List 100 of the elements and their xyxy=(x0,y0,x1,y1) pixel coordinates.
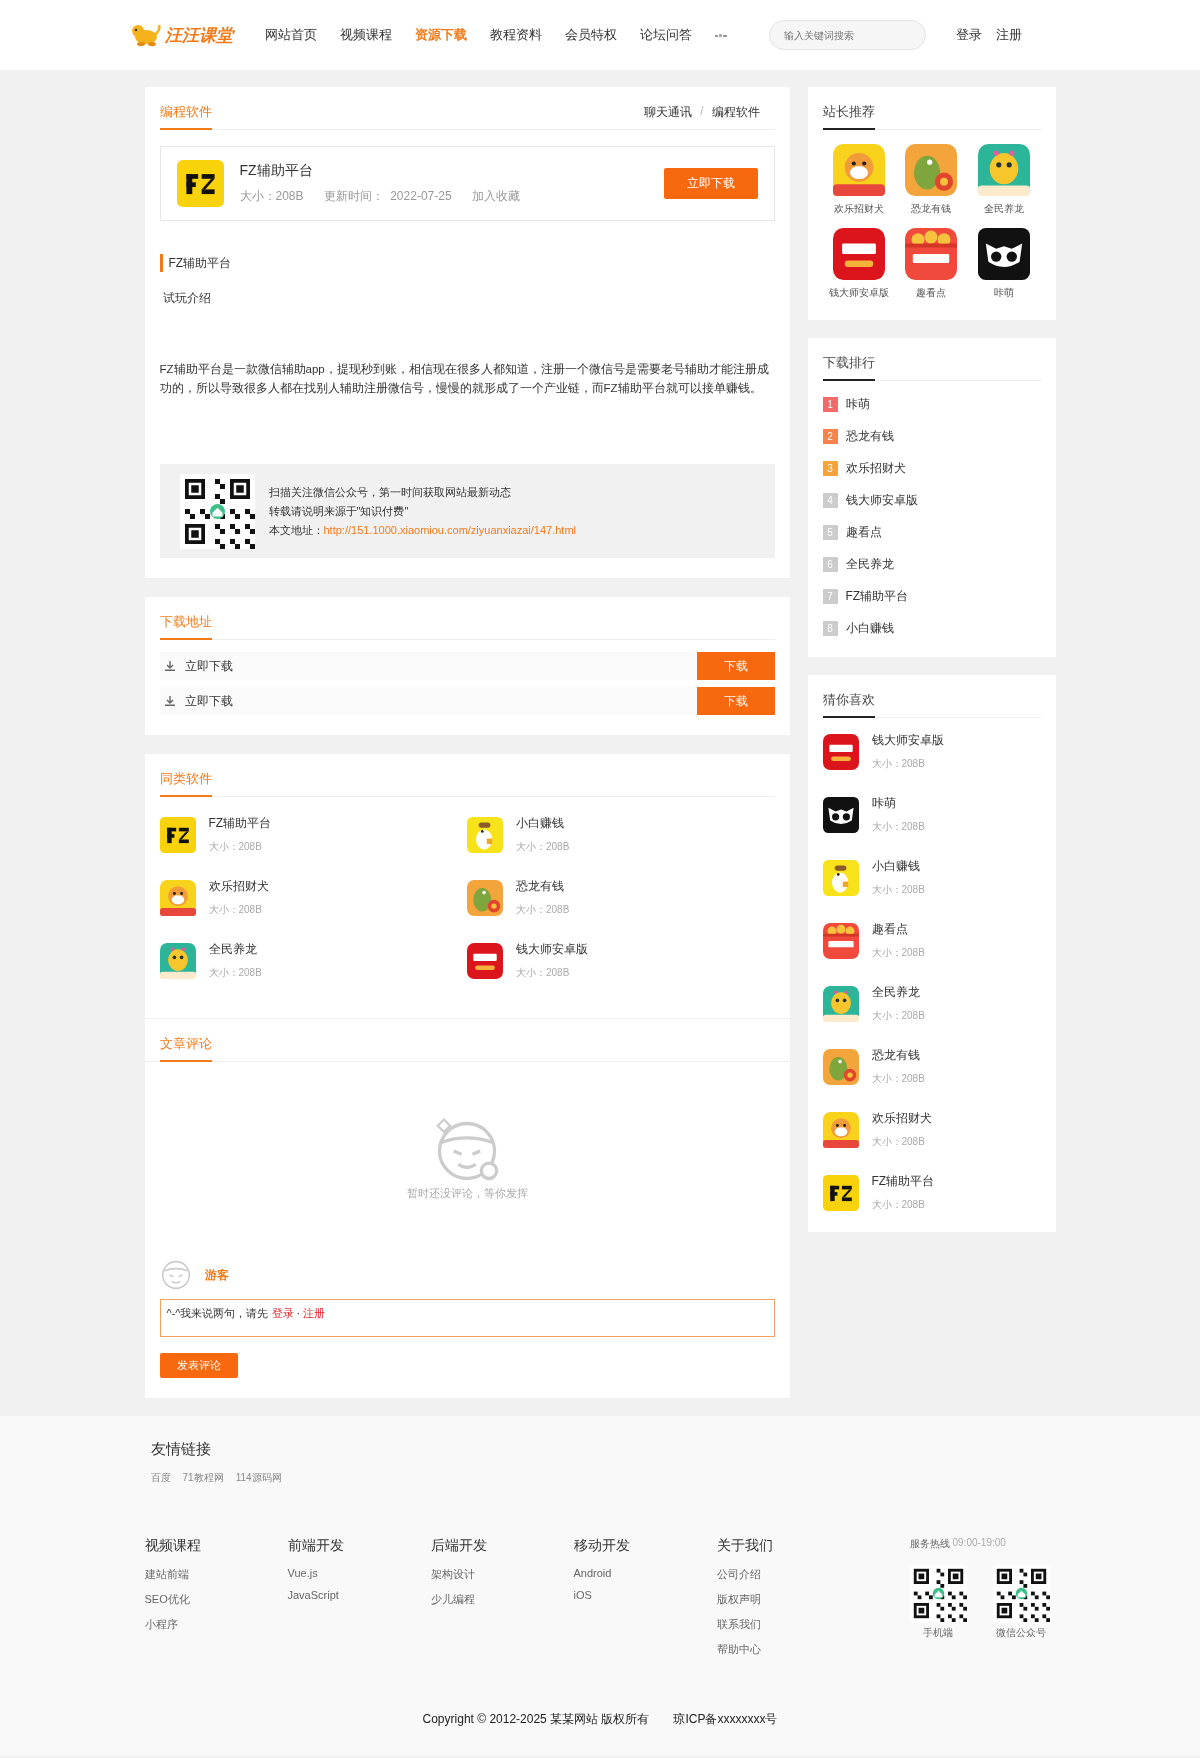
footer-link[interactable]: iOS xyxy=(573,1589,717,1601)
app-icon xyxy=(467,942,503,979)
app-name[interactable]: 恐龙有钱 xyxy=(516,878,570,895)
footer-link[interactable]: Android xyxy=(573,1567,717,1579)
app-name[interactable]: 小白赚钱 xyxy=(516,815,570,832)
links-title: 友情链接 xyxy=(150,1440,212,1459)
app-name[interactable]: 全民养龙 xyxy=(871,984,925,1001)
badge-icon xyxy=(714,32,727,38)
rank-number: 3 xyxy=(822,461,838,476)
friend-link[interactable]: 114源码网 xyxy=(235,1471,282,1485)
section-title: 下载排行 xyxy=(822,354,875,381)
footer-link[interactable]: 架构设计 xyxy=(430,1567,574,1582)
login-link[interactable]: 登录 xyxy=(271,1307,294,1319)
footer-link[interactable]: 建站前端 xyxy=(144,1567,288,1582)
footer-link[interactable]: SEO优化 xyxy=(144,1592,288,1607)
nav-link[interactable]: 会员特权 xyxy=(564,26,617,44)
footer-link[interactable]: 联系我们 xyxy=(716,1617,860,1632)
register-link[interactable]: 注册 xyxy=(303,1307,326,1319)
app-name[interactable]: 欢乐招财犬 xyxy=(871,1110,932,1127)
app-icon xyxy=(159,879,196,916)
app-size: 大小：208B xyxy=(871,1135,926,1149)
rank-number: 2 xyxy=(822,429,838,444)
article-subtitle: 试玩介绍 xyxy=(162,290,212,307)
app-name[interactable]: 咔萌 xyxy=(994,286,1015,300)
auth-link[interactable]: 注册 xyxy=(995,26,1022,44)
footer-link[interactable]: 版权声明 xyxy=(716,1592,860,1607)
footer-link[interactable]: 小程序 xyxy=(144,1617,288,1632)
app-icon xyxy=(905,144,958,196)
app-name[interactable]: 欢乐招财犬 xyxy=(833,202,884,216)
app-size: 大小：208B xyxy=(871,1198,926,1212)
app-name[interactable]: 小白赚钱 xyxy=(845,620,894,637)
nav-link[interactable]: 网站首页 xyxy=(264,26,317,44)
app-name[interactable]: 全民养龙 xyxy=(845,556,894,573)
column-title: 前端开发 xyxy=(287,1537,345,1555)
app-name[interactable]: 小白赚钱 xyxy=(871,858,925,875)
breadcrumb-link[interactable]: 聊天通讯 xyxy=(644,104,693,121)
notice-text: 转载请说明来源于"知识付费" xyxy=(268,503,410,519)
app-size: 大小：208B xyxy=(208,840,263,854)
friend-link[interactable]: 71教程网 xyxy=(182,1471,224,1485)
app-icon xyxy=(467,816,503,853)
footer-link[interactable]: JavaScript xyxy=(287,1589,431,1601)
app-icon xyxy=(822,859,859,896)
qr-caption: 微信公众号 xyxy=(996,1626,1046,1640)
app-name[interactable]: 趣看点 xyxy=(845,524,882,541)
app-icon xyxy=(176,160,224,207)
app-name[interactable]: 恐龙有钱 xyxy=(871,1047,925,1064)
app-icon xyxy=(159,942,196,979)
app-name[interactable]: 趣看点 xyxy=(916,286,947,300)
rank-number: 1 xyxy=(822,397,838,412)
search-field[interactable]: 输入关键词搜索 xyxy=(768,20,926,50)
app-icon xyxy=(822,733,859,770)
footer-link[interactable]: 公司介绍 xyxy=(716,1567,860,1582)
download-label: 立即下载 xyxy=(184,657,234,675)
empty-message: 暂时还没评论，等你发挥 xyxy=(406,1186,528,1201)
app-name[interactable]: 趣看点 xyxy=(871,921,925,938)
app-name[interactable]: 咔萌 xyxy=(871,795,925,812)
comment-field[interactable]: ^-^我来说两句，请先 登录 · 注册 xyxy=(159,1299,775,1337)
app-name[interactable]: 钱大师安卓版 xyxy=(516,941,588,958)
app-name[interactable]: 咔萌 xyxy=(845,396,870,413)
section-title: 文章评论 xyxy=(159,1035,212,1062)
app-name[interactable]: FZ辅助平台 xyxy=(871,1173,935,1190)
app-size: 大小：208B xyxy=(208,966,262,980)
notice-text: 扫描关注微信公众号，第一时间获取网站最新动态 xyxy=(268,484,512,500)
app-icon xyxy=(905,228,958,280)
app-icon xyxy=(978,144,1031,196)
app-icon xyxy=(822,796,859,833)
footer-link[interactable]: 帮助中心 xyxy=(716,1642,860,1657)
app-name[interactable]: 欢乐招财犬 xyxy=(208,878,269,895)
app-name[interactable]: 恐龙有钱 xyxy=(911,202,952,216)
section-title: 编程软件 xyxy=(159,103,212,130)
app-name[interactable]: 欢乐招财犬 xyxy=(845,460,906,477)
nav-link[interactable]: 教程资料 xyxy=(489,26,542,44)
article-heading: FZ辅助平台 xyxy=(159,254,775,272)
app-name[interactable]: 全民养龙 xyxy=(984,202,1025,216)
hotline-hours: 09:00-19:00 xyxy=(952,1537,1006,1550)
app-size: 大小：208B xyxy=(871,757,926,771)
hotline-label: 服务热线 xyxy=(909,1537,950,1551)
app-icon xyxy=(467,879,503,916)
footer-link[interactable]: 少儿编程 xyxy=(430,1592,574,1607)
app-name[interactable]: 钱大师安卓版 xyxy=(828,286,889,300)
app-icon xyxy=(832,228,885,280)
qr-code xyxy=(909,1565,967,1622)
article-paragraph: FZ辅助平台是一款微信辅助app，提现秒到账，相信现在很多人都知道，注册一个微信号是需要老号辅助才能注册成功的，所以导致很多人都在找别人辅助注册微信号，慢慢的就形成了一个产业链，而FZ辅助平台就可以接单赚钱。 xyxy=(159,362,770,396)
auth-link[interactable]: 登录 xyxy=(955,26,982,44)
app-name[interactable]: 恐龙有钱 xyxy=(845,428,894,445)
breadcrumb-link[interactable]: 编程软件 xyxy=(711,104,760,121)
app-size: 大小：208B xyxy=(239,188,304,205)
app-name[interactable]: FZ辅助平台 xyxy=(845,588,909,605)
app-name[interactable]: 钱大师安卓版 xyxy=(845,492,918,509)
app-name[interactable]: 钱大师安卓版 xyxy=(871,732,944,749)
column-title: 关于我们 xyxy=(716,1537,774,1555)
app-icon xyxy=(822,1111,859,1148)
nav-link[interactable]: 论坛问答 xyxy=(639,26,692,44)
footer-link[interactable]: Vue.js xyxy=(287,1567,431,1579)
nav-link[interactable]: 视频课程 xyxy=(339,26,392,44)
copyright-text: Copyright © 2012-2025 某某网站 版权所有 xyxy=(422,1711,650,1728)
friend-link[interactable]: 百度 xyxy=(150,1471,171,1485)
app-name[interactable]: FZ辅助平台 xyxy=(208,815,272,832)
app-name[interactable]: 全民养龙 xyxy=(208,941,262,958)
dog-logo-icon[interactable] xyxy=(130,23,163,47)
